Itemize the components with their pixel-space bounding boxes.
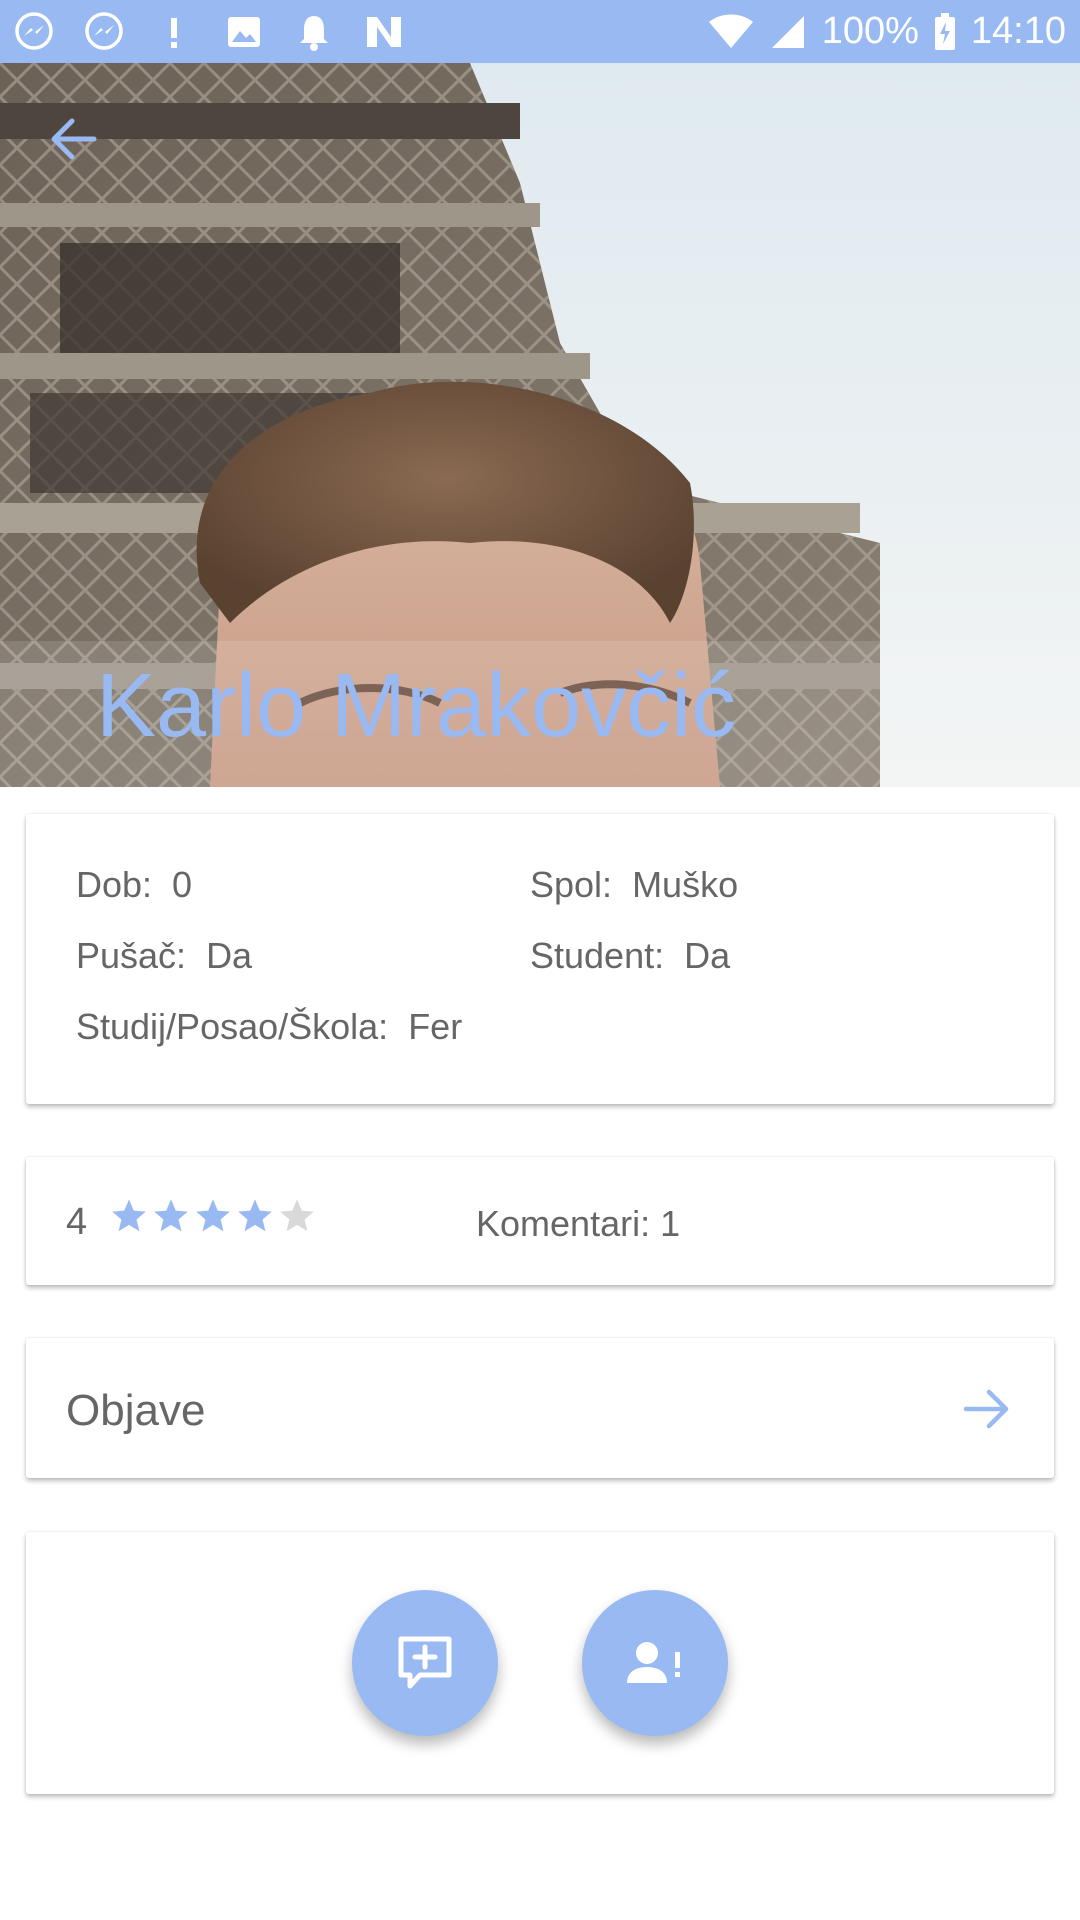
star-filled-icon	[238, 1199, 272, 1232]
gender-value: Muško	[632, 864, 739, 905]
arrow-forward-icon	[963, 1389, 1009, 1429]
alert-icon	[154, 12, 194, 52]
gender-label: Spol:	[530, 864, 613, 905]
profile-info-card: Dob: 0 Spol: Muško Pušač: Da Student: Da Stu…	[26, 814, 1054, 1104]
star-empty-icon	[280, 1199, 314, 1232]
rating-card: 4 Komentari: 1	[26, 1157, 1054, 1285]
smoker-value: Da	[206, 935, 253, 976]
smoker-field: Pušač: Da	[76, 935, 252, 977]
posts-label: Objave	[66, 1386, 206, 1435]
bell-icon	[294, 12, 334, 52]
battery-icon	[933, 12, 957, 52]
occupation-label: Studij/Posao/Škola:	[76, 1006, 389, 1047]
back-button[interactable]	[42, 107, 106, 171]
add-comment-button[interactable]	[352, 1590, 498, 1736]
report-user-icon	[627, 1642, 680, 1683]
messenger-icon	[14, 11, 54, 52]
age-label: Dob:	[76, 864, 153, 905]
age-field: Dob: 0	[76, 864, 192, 906]
gender-field: Spol: Muško	[530, 864, 738, 906]
posts-card[interactable]: Objave	[26, 1338, 1054, 1478]
signal-icon	[768, 12, 808, 52]
occupation-value: Fer	[408, 1006, 463, 1047]
wifi-icon	[708, 12, 754, 52]
report-user-button[interactable]	[582, 1590, 728, 1736]
star-filled-icon	[112, 1199, 146, 1232]
rating-stars	[110, 1197, 316, 1235]
star-filled-icon	[154, 1199, 188, 1232]
profile-header: Karlo Mrakovčić	[0, 63, 1080, 787]
add-comment-icon	[398, 1636, 452, 1689]
battery-percent: 100%	[821, 10, 919, 52]
rating-value: 4	[66, 1201, 88, 1243]
occupation-field: Studij/Posao/Škola: Fer	[76, 1006, 462, 1048]
student-label: Student:	[530, 935, 665, 976]
arrow-back-icon	[51, 118, 97, 160]
profile-name: Karlo Mrakovčić	[96, 656, 737, 756]
clock: 14:10	[970, 10, 1066, 52]
star-filled-icon	[196, 1199, 230, 1232]
student-field: Student: Da	[530, 935, 730, 977]
age-value: 0	[172, 864, 193, 905]
n-icon	[364, 12, 404, 52]
image-icon	[224, 12, 264, 52]
smoker-label: Pušač:	[76, 935, 187, 976]
comments-count[interactable]: Komentari: 1	[476, 1203, 680, 1245]
messenger-icon	[84, 11, 124, 52]
student-value: Da	[684, 935, 731, 976]
actions-card	[26, 1532, 1054, 1794]
status-bar: 100% 14:10	[0, 0, 1080, 63]
